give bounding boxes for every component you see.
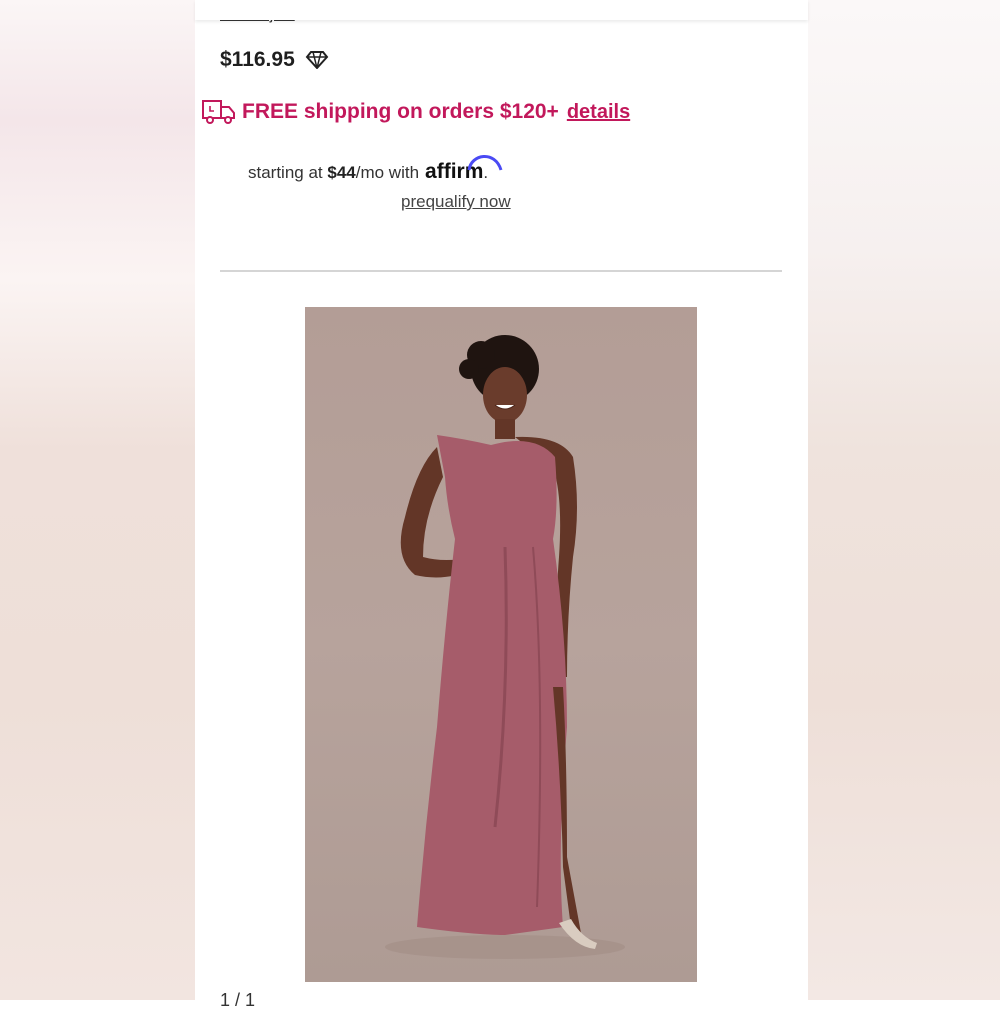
prequalify-link[interactable]: prequalify now xyxy=(401,192,511,212)
affirm-prefix: starting at xyxy=(248,163,328,182)
background-right xyxy=(808,0,1000,1000)
divider xyxy=(220,270,782,272)
affirm-logo: affirm xyxy=(425,155,503,184)
background-left xyxy=(0,0,195,1000)
affirm-arc-icon xyxy=(467,155,503,171)
diamond-icon xyxy=(305,51,329,69)
product-panel: free to join $116.95 FREE shipping on or… xyxy=(195,0,808,1010)
top-bar xyxy=(195,0,808,20)
price-row: $116.95 xyxy=(220,48,329,72)
shipping-row: FREE shipping on orders $120+ details xyxy=(202,98,630,126)
product-price: $116.95 xyxy=(220,48,295,71)
affirm-row: starting at $44 /mo with affirm . xyxy=(248,155,503,184)
shipping-text: FREE shipping on orders $120+ xyxy=(242,100,559,123)
affirm-suffix: /mo with xyxy=(355,163,420,182)
shipping-details-link[interactable]: details xyxy=(567,101,630,124)
image-counter: 1 / 1 xyxy=(220,990,256,1010)
product-image[interactable] xyxy=(305,307,697,982)
truck-icon xyxy=(202,100,235,124)
affirm-amount: $44 xyxy=(327,163,356,182)
dress-model-illustration xyxy=(385,335,625,959)
